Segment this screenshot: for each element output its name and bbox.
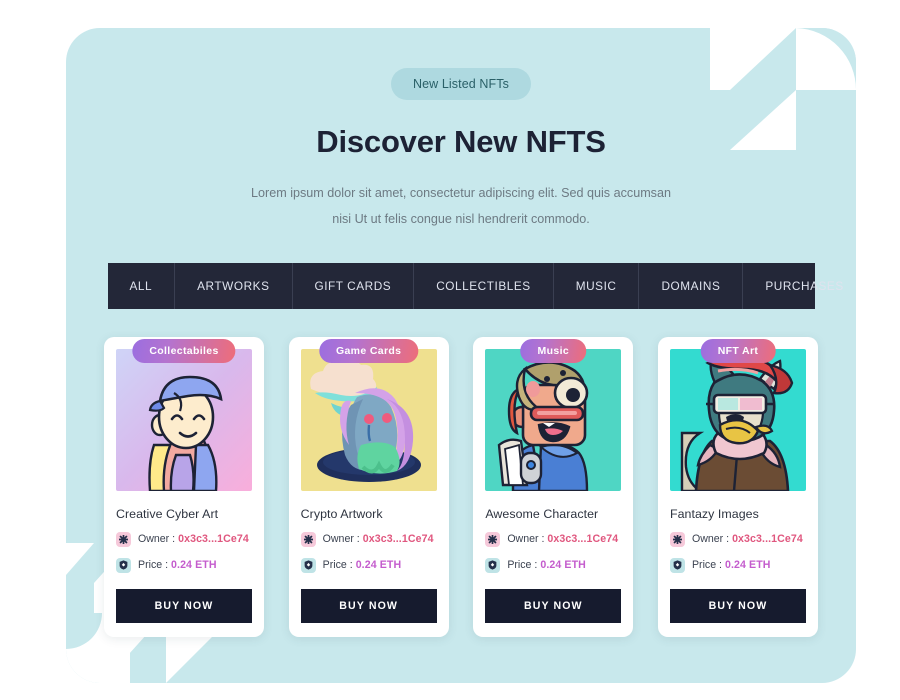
tab-music[interactable]: MUSIC xyxy=(554,262,640,309)
nft-artwork-husky-with-cap xyxy=(669,348,806,491)
price-label: Price : xyxy=(322,559,353,572)
card-media: NFT Art xyxy=(669,338,806,491)
page-title: Discover New NFTS xyxy=(316,124,606,159)
tab-purchases[interactable]: PURCHASES xyxy=(743,263,856,309)
buy-now-button[interactable]: BUY NOW xyxy=(116,588,252,623)
buy-now-button[interactable]: BUY NOW xyxy=(669,588,806,623)
buy-now-button[interactable]: BUY NOW xyxy=(485,588,622,623)
price-value: 0.24 ETH xyxy=(725,559,771,572)
category-tabbar: ALL ARTWORKS GIFT CARDS COLLECTIBLES MUSIC DO… xyxy=(107,262,843,309)
nft-artwork-boy-with-cap xyxy=(116,348,252,491)
owner-row: Owner : 0x3c3...1Ce74 xyxy=(485,531,621,547)
nft-card-grid: Collectabiles Creative Cyber Art Owner :… xyxy=(104,336,818,637)
nft-card[interactable]: Collectabiles Creative Cyber Art Owner :… xyxy=(104,336,264,637)
category-badge: Music xyxy=(520,338,587,363)
card-media: Music xyxy=(485,338,622,491)
card-media: Game Cards xyxy=(300,338,437,491)
price-label: Price : xyxy=(138,559,169,572)
shield-icon xyxy=(300,557,316,573)
nft-title: Crypto Artwork xyxy=(300,506,383,521)
owner-address: 0x3c3...1Ce74 xyxy=(362,533,434,546)
owner-row: Owner : 0x3c3...1Ce74 xyxy=(300,531,437,547)
nft-artwork-robot-character xyxy=(485,348,622,491)
price-row: Price : 0.24 ETH xyxy=(300,557,437,573)
owner-address: 0x3c3...1Ce74 xyxy=(732,533,803,546)
tab-domains[interactable]: DOMAINS xyxy=(639,262,744,309)
category-badge: Game Cards xyxy=(318,338,419,363)
nft-title: Fantazy Images xyxy=(669,506,759,521)
shield-icon xyxy=(669,557,685,573)
owner-label: Owner : xyxy=(691,533,730,546)
price-value: 0.24 ETH xyxy=(355,559,402,572)
price-row: Price : 0.24 ETH xyxy=(485,557,621,573)
owner-address: 0x3c3...1Ce74 xyxy=(178,533,249,546)
nft-title: Creative Cyber Art xyxy=(116,506,219,521)
shield-icon xyxy=(116,557,131,573)
eyebrow-badge: New Listed NFTs xyxy=(391,68,531,100)
tab-all[interactable]: ALL xyxy=(108,262,176,309)
owner-label: Owner : xyxy=(322,533,360,546)
nft-artwork-melting-head xyxy=(300,348,437,491)
price-value: 0.24 ETH xyxy=(540,559,586,572)
owner-row: Owner : 0x3c3...1Ce74 xyxy=(669,531,806,547)
nft-card[interactable]: NFT Art Fantazy Images Owner : 0x3c3...1… xyxy=(657,336,818,637)
asterisk-icon xyxy=(300,531,316,547)
owner-label: Owner : xyxy=(138,533,176,546)
owner-label: Owner : xyxy=(507,533,545,546)
price-row: Price : 0.24 ETH xyxy=(116,557,252,573)
category-badge: NFT Art xyxy=(700,338,776,363)
asterisk-icon xyxy=(485,531,501,547)
nft-panel: New Listed NFTs Discover New NFTS Lorem … xyxy=(66,28,856,683)
category-badge: Collectabiles xyxy=(132,338,236,363)
nft-card[interactable]: Music Awesome Character Owner : 0x3c3...… xyxy=(473,336,634,637)
tab-artworks[interactable]: ARTWORKS xyxy=(175,262,293,309)
card-media: Collectabiles xyxy=(116,338,252,491)
page-header: New Listed NFTs Discover New NFTS Lorem … xyxy=(66,28,856,233)
buy-now-button[interactable]: BUY NOW xyxy=(300,588,437,623)
shield-icon xyxy=(485,557,501,573)
price-label: Price : xyxy=(691,559,722,572)
owner-row: Owner : 0x3c3...1Ce74 xyxy=(116,531,252,547)
asterisk-icon xyxy=(116,531,131,547)
tab-gift-cards[interactable]: GIFT CARDS xyxy=(293,262,415,309)
price-label: Price : xyxy=(507,559,538,572)
tab-collectibles[interactable]: COLLECTIBLES xyxy=(414,262,554,309)
nft-title: Awesome Character xyxy=(485,506,599,521)
asterisk-icon xyxy=(669,531,685,547)
price-value: 0.24 ETH xyxy=(171,559,217,572)
nft-card[interactable]: Game Cards Crypto Artwork Owner : 0x3c3.… xyxy=(288,336,449,637)
price-row: Price : 0.24 ETH xyxy=(669,557,806,573)
owner-address: 0x3c3...1Ce74 xyxy=(547,533,619,546)
page-subtitle: Lorem ipsum dolor sit amet, consectetur … xyxy=(251,186,671,227)
